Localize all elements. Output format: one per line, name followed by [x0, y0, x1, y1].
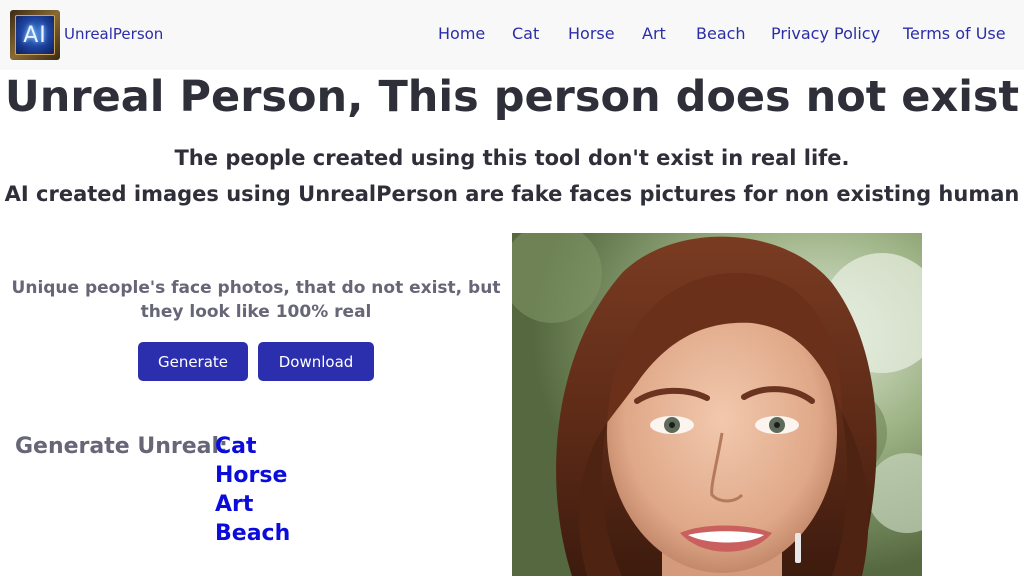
generated-face-image	[512, 233, 922, 576]
nav-terms-of-use-link[interactable]: Terms of Use	[903, 24, 1006, 43]
generate-button[interactable]: Generate	[138, 342, 248, 381]
nav-art-link[interactable]: Art	[642, 24, 666, 43]
logo-badge: AI	[15, 15, 55, 55]
nav-horse-link[interactable]: Horse	[568, 24, 615, 43]
nav-home-link[interactable]: Home	[438, 24, 485, 43]
nav-privacy-policy-link[interactable]: Privacy Policy	[771, 24, 880, 43]
page-title: Unreal Person, This person does not exis…	[4, 72, 1020, 122]
generate-unreal-label: Generate Unreal:	[15, 434, 228, 459]
tagline: Unique people's face photos, that do not…	[11, 278, 501, 322]
generate-art-link[interactable]: Art	[215, 492, 253, 517]
nav-beach-link[interactable]: Beach	[696, 24, 746, 43]
logo-text: AI	[23, 22, 47, 48]
brand-name-link[interactable]: UnrealPerson	[64, 25, 163, 43]
subheadline-2: AI created images using UnrealPerson are…	[4, 182, 1020, 206]
generate-beach-link[interactable]: Beach	[215, 521, 290, 546]
subheadline-1: The people created using this tool don't…	[174, 146, 850, 170]
face-illustration	[512, 233, 922, 576]
generate-horse-link[interactable]: Horse	[215, 463, 287, 488]
generate-cat-link[interactable]: Cat	[215, 434, 257, 459]
ai-logo-icon[interactable]: AI	[10, 10, 60, 60]
download-button[interactable]: Download	[258, 342, 374, 381]
nav-cat-link[interactable]: Cat	[512, 24, 539, 43]
navbar: AI UnrealPerson Home Cat Horse Art Beach…	[0, 0, 1024, 70]
